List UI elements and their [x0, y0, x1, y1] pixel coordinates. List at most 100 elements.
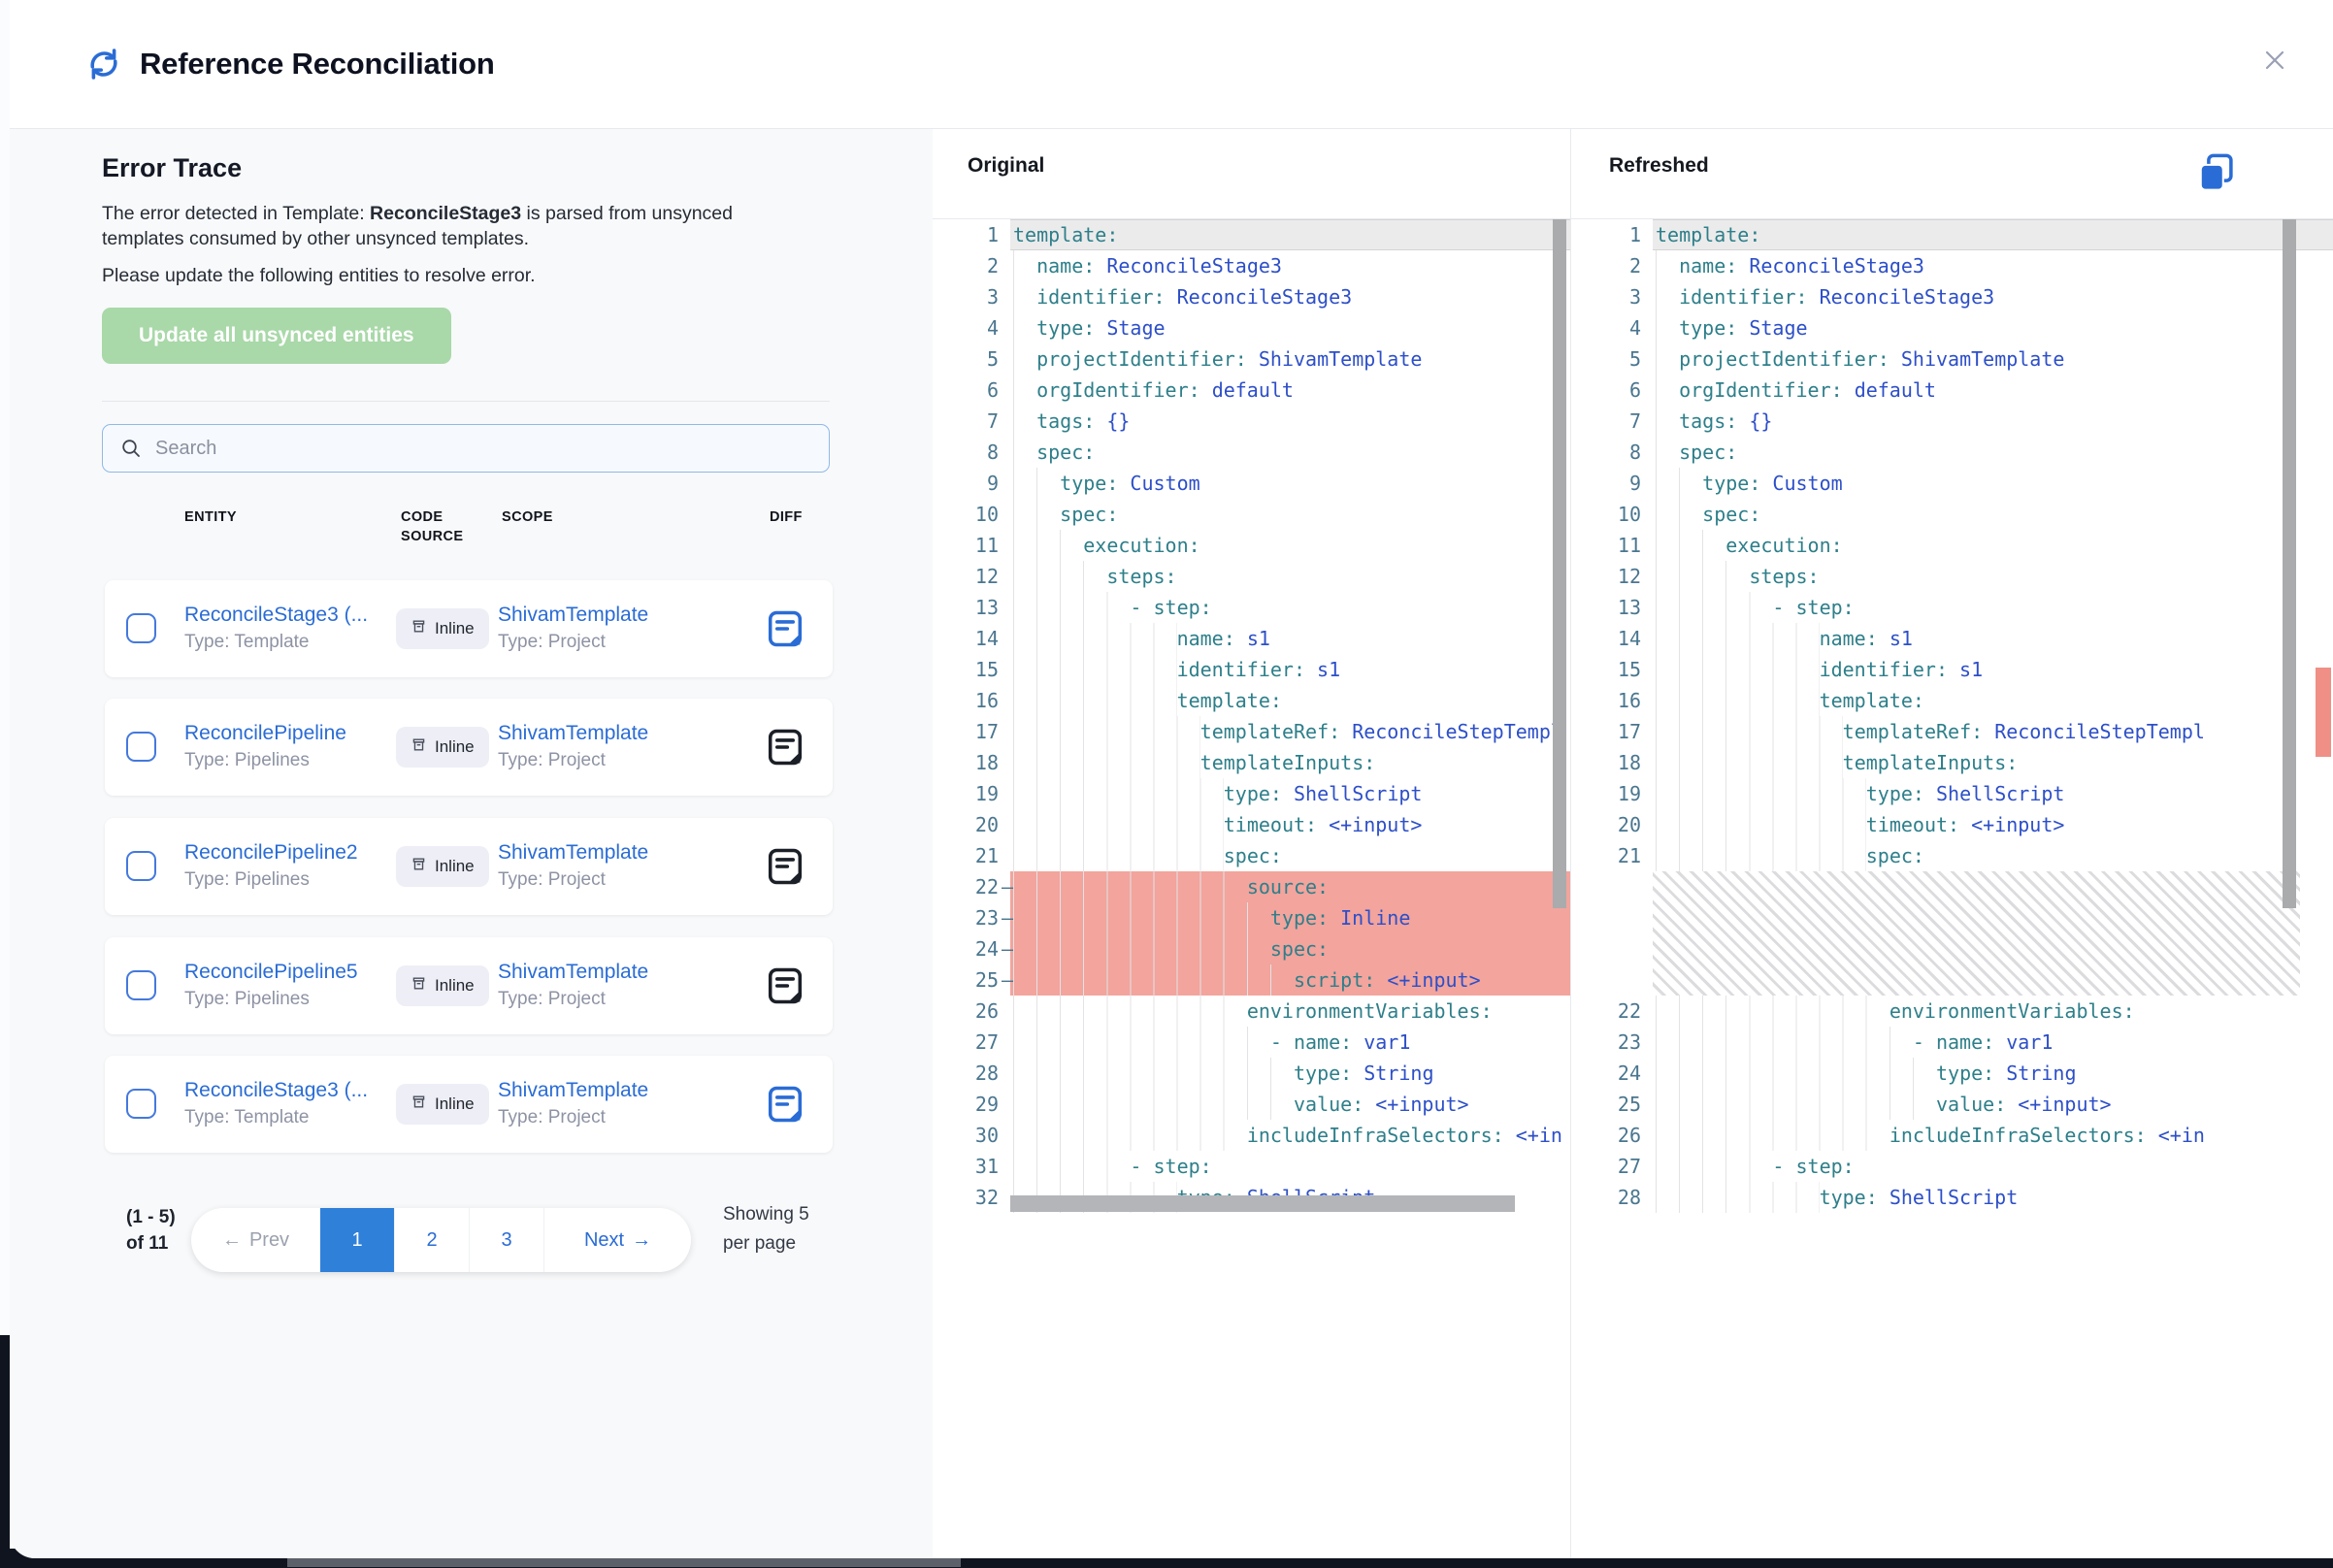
yaml-key: type:: [1270, 902, 1329, 933]
next-page-button[interactable]: Next →: [543, 1208, 691, 1272]
indent-guides: [1656, 281, 1679, 312]
scope-link[interactable]: ShivamTemplate: [498, 1079, 731, 1102]
code-line: 27- step:: [1571, 1151, 2333, 1182]
indent-guides: [1656, 468, 1702, 499]
yaml-value: String: [2006, 1058, 2076, 1089]
indent-guides: [1013, 437, 1036, 468]
yaml-key: spec:: [1679, 437, 1737, 468]
page-button-3[interactable]: 3: [469, 1208, 543, 1272]
code-line: 26environmentVariables:: [933, 996, 1570, 1027]
diff-document-icon[interactable]: [766, 609, 805, 648]
code-line-text: templateRef:ReconcileStepTempl: [1010, 716, 1570, 747]
original-vertical-scrollbar[interactable]: [1553, 219, 1566, 908]
entity-link[interactable]: ReconcileStage3 (...: [184, 1079, 398, 1102]
row-checkbox[interactable]: [126, 970, 156, 1000]
line-number: 7: [933, 406, 1010, 437]
entity-link[interactable]: ReconcilePipeline2: [184, 841, 398, 865]
table-row[interactable]: ReconcileStage3 (...Type: TemplateInline…: [105, 580, 833, 677]
diff-document-icon[interactable]: [766, 1085, 805, 1124]
yaml-value: ShivamTemplate: [1259, 343, 1423, 375]
code-line-text: orgIdentifier:default: [1653, 375, 2333, 406]
row-checkbox[interactable]: [126, 732, 156, 762]
code-line: 22–source:: [933, 871, 1570, 902]
indent-guides: [1013, 623, 1177, 654]
prev-page-button[interactable]: ← Prev: [191, 1208, 320, 1272]
scope-link[interactable]: ShivamTemplate: [498, 722, 731, 745]
line-number: 6: [1571, 375, 1653, 406]
page-button-2[interactable]: 2: [394, 1208, 469, 1272]
yaml-key: - step:: [1130, 1151, 1211, 1182]
yaml-value: <+input>: [2018, 1089, 2111, 1120]
original-horizontal-scrollbar[interactable]: [1010, 1195, 1515, 1212]
scope-link[interactable]: ShivamTemplate: [498, 604, 731, 627]
table-row[interactable]: ReconcilePipelineType: PipelinesInlineSh…: [105, 699, 833, 796]
column-header-diff: DIFF: [770, 507, 803, 527]
code-line-text: identifier:s1: [1653, 654, 2333, 685]
diff-overview-marker: [2316, 668, 2331, 757]
line-number: 27: [933, 1027, 1010, 1058]
table-row[interactable]: ReconcilePipeline2Type: PipelinesInlineS…: [105, 818, 833, 915]
line-number: 12: [933, 561, 1010, 592]
diff-document-icon[interactable]: [766, 847, 805, 886]
close-icon[interactable]: [2257, 43, 2292, 78]
code-line-text: name:s1: [1653, 623, 2333, 654]
code-line: 9type:Custom: [933, 468, 1570, 499]
copy-icon[interactable]: [2194, 150, 2239, 195]
refreshed-code-editor[interactable]: 1template:2name:ReconcileStage33identifi…: [1571, 219, 2333, 1213]
indent-guides: [1013, 840, 1224, 871]
entity-type-text: Type: Pipelines: [184, 869, 398, 891]
page-horizontal-scrollbar[interactable]: [287, 1558, 961, 1567]
entity-link[interactable]: ReconcilePipeline5: [184, 961, 398, 984]
entity-link[interactable]: ReconcileStage3 (...: [184, 604, 398, 627]
indent-guides: [1013, 933, 1270, 964]
code-line: 5projectIdentifier:ShivamTemplate: [1571, 343, 2333, 375]
page-button-1[interactable]: 1: [320, 1208, 394, 1272]
code-source-label: Inline: [435, 1094, 475, 1114]
row-checkbox[interactable]: [126, 613, 156, 643]
code-line-text: spec:: [1653, 840, 2333, 871]
yaml-key: templateInputs:: [1200, 747, 1376, 778]
error-description: The error detected in Template: Reconcil…: [102, 201, 767, 251]
code-line: 25–script:<+input>: [933, 964, 1570, 996]
entity-type-text: Type: Template: [184, 1107, 398, 1128]
indent-guides: [1656, 716, 1843, 747]
original-code-editor[interactable]: 1template:2name:ReconcileStage33identifi…: [933, 219, 1570, 1213]
scope-type-text: Type: Project: [498, 632, 731, 653]
indent-guides: [1013, 561, 1106, 592]
entity-cell: ReconcileStage3 (...Type: Template: [184, 604, 398, 653]
scope-type-text: Type: Project: [498, 1107, 731, 1128]
refreshed-vertical-scrollbar[interactable]: [2283, 219, 2296, 908]
yaml-key: projectIdentifier:: [1679, 343, 1889, 375]
code-line-text: type:ShellScript: [1653, 778, 2333, 809]
yaml-value: String: [1364, 1058, 1433, 1089]
dialog-title: Reference Reconciliation: [140, 47, 495, 82]
update-all-unsynced-entities-button[interactable]: Update all unsynced entities: [102, 308, 451, 364]
table-row[interactable]: ReconcileStage3 (... Type: Template Inline…: [105, 1056, 833, 1153]
diff-document-icon[interactable]: [766, 966, 805, 1005]
scope-link[interactable]: ShivamTemplate: [498, 961, 731, 984]
yaml-key: type:: [1036, 312, 1095, 343]
line-number: 24: [1571, 1058, 1653, 1089]
row-checkbox[interactable]: [126, 851, 156, 881]
code-line-text: timeout:<+input>: [1010, 809, 1570, 840]
line-number: 11: [933, 530, 1010, 561]
entity-link[interactable]: ReconcilePipeline: [184, 722, 398, 745]
diff-document-icon[interactable]: [766, 728, 805, 767]
scope-cell: ShivamTemplate Type: Project: [498, 604, 731, 653]
line-number: 9: [933, 468, 1010, 499]
yaml-key: source:: [1247, 871, 1329, 902]
yaml-key: timeout:: [1866, 809, 1959, 840]
indent-guides: [1013, 1120, 1247, 1151]
indent-guides: [1656, 561, 1749, 592]
code-line: 19type:ShellScript: [933, 778, 1570, 809]
yaml-key: execution:: [1725, 530, 1842, 561]
page-buttons: 123: [320, 1208, 543, 1272]
table-row[interactable]: ReconcilePipeline5Type: PipelinesInlineS…: [105, 937, 833, 1034]
search-input[interactable]: [153, 437, 829, 461]
line-number: 1: [1571, 219, 1653, 250]
scope-type-text: Type: Project: [498, 989, 731, 1010]
yaml-value: Stage: [1749, 312, 1807, 343]
scope-link[interactable]: ShivamTemplate: [498, 841, 731, 865]
code-line: 22environmentVariables:: [1571, 996, 2333, 1027]
row-checkbox[interactable]: [126, 1089, 156, 1119]
